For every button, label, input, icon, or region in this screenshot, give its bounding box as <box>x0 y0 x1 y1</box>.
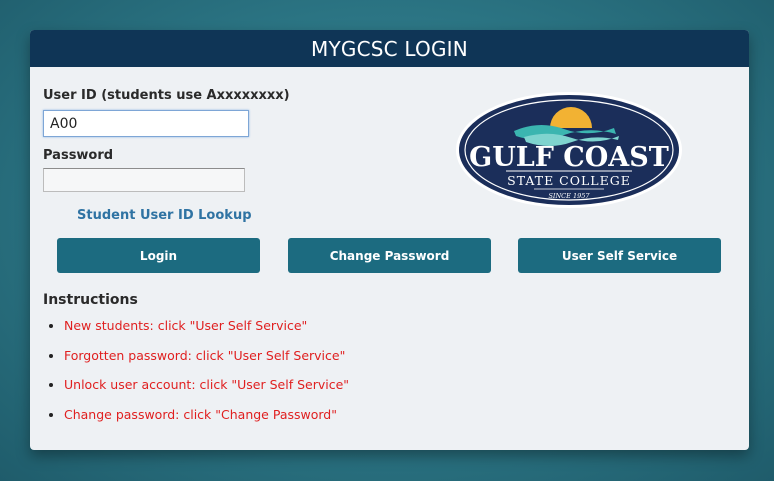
instructions-heading: Instructions <box>43 292 138 308</box>
page-title: MYGCSC LOGIN <box>30 30 749 67</box>
gulf-coast-logo: GULF COAST STATE COLLEGE SINCE 1957 <box>456 92 682 208</box>
student-userid-lookup-link[interactable]: Student User ID Lookup <box>77 208 252 223</box>
instruction-item: New students: click "User Self Service" <box>64 317 349 347</box>
login-button[interactable]: Login <box>57 238 260 273</box>
instruction-item: Change password: click "Change Password" <box>64 406 349 436</box>
instruction-item: Forgotten password: click "User Self Ser… <box>64 347 349 377</box>
logo-subtitle: STATE COLLEGE <box>507 173 631 188</box>
userid-input[interactable] <box>43 110 249 137</box>
user-self-service-button[interactable]: User Self Service <box>518 238 721 273</box>
logo-since: SINCE 1957 <box>548 192 590 200</box>
instruction-item: Unlock user account: click "User Self Se… <box>64 376 349 406</box>
instructions-list: New students: click "User Self Service" … <box>43 317 349 435</box>
change-password-button[interactable]: Change Password <box>288 238 491 273</box>
password-input[interactable] <box>43 168 245 192</box>
logo-name: GULF COAST <box>469 142 669 173</box>
password-label: Password <box>43 148 114 163</box>
userid-label: User ID (students use Axxxxxxxx) <box>43 88 290 103</box>
login-card: MYGCSC LOGIN User ID (students use Axxxx… <box>30 30 749 450</box>
